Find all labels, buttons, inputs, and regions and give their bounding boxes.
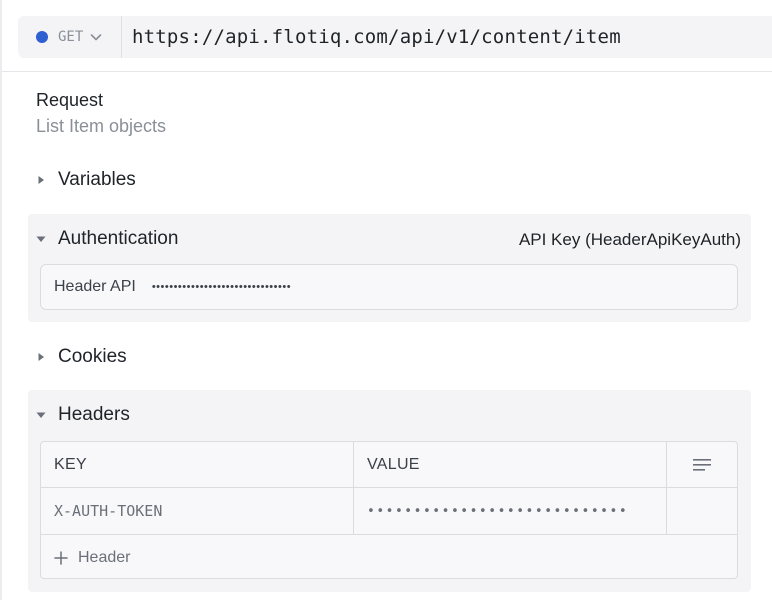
value-column-header: VALUE: [354, 442, 667, 487]
header-value-cell[interactable]: ••••••••••••••••••••••••••••: [354, 488, 667, 534]
method-label: GET: [58, 29, 84, 45]
variables-label: Variables: [58, 169, 136, 190]
url-divider: [2, 71, 772, 72]
value-column-label: VALUE: [367, 455, 420, 473]
table-header-row: KEY VALUE: [41, 442, 737, 488]
auth-scheme-label[interactable]: API Key (HeaderApiKeyAuth): [519, 230, 741, 250]
caret-down-icon: [36, 412, 46, 418]
caret-down-icon: [36, 236, 46, 242]
key-column-label: KEY: [54, 455, 87, 473]
caret-right-icon: [38, 353, 44, 361]
caret-right-icon: [38, 176, 44, 184]
row-actions-cell: [667, 488, 737, 534]
request-url-bar: GET https://api.flotiq.com/api/v1/conten…: [18, 16, 772, 58]
method-selector[interactable]: GET: [18, 16, 122, 58]
request-description: List Item objects: [36, 116, 167, 136]
panel-left-border: [0, 0, 2, 600]
header-key: X-AUTH-TOKEN: [54, 502, 163, 520]
headers-section: Headers KEY VALUE X-AUTH-TOKEN •••••••••…: [28, 390, 751, 592]
key-column-header: KEY: [41, 442, 354, 487]
variables-toggle[interactable]: Variables: [36, 169, 136, 191]
add-header-button[interactable]: Header: [41, 535, 737, 578]
method-indicator-dot: [36, 31, 48, 43]
authentication-label: Authentication: [58, 228, 179, 249]
bulk-edit-button[interactable]: [667, 442, 737, 487]
header-value: ••••••••••••••••••••••••••••: [367, 503, 629, 519]
header-key-cell[interactable]: X-AUTH-TOKEN: [41, 488, 354, 534]
plus-icon: [54, 550, 68, 565]
headers-table: KEY VALUE X-AUTH-TOKEN •••••••••••••••••…: [40, 441, 738, 579]
auth-field-value[interactable]: ••••••••••••••••••••••••••••••••: [152, 281, 291, 293]
cookies-toggle[interactable]: Cookies: [36, 346, 127, 368]
authentication-section: Authentication API Key (HeaderApiKeyAuth…: [28, 214, 751, 322]
authentication-toggle[interactable]: Authentication: [36, 228, 178, 250]
url-field[interactable]: https://api.flotiq.com/api/v1/content/it…: [122, 26, 621, 48]
table-row: X-AUTH-TOKEN •••••••••••••••••••••••••••…: [41, 488, 737, 535]
header-api-key-field[interactable]: Header API •••••••••••••••••••••••••••••…: [40, 264, 738, 310]
headers-toggle[interactable]: Headers: [36, 404, 130, 426]
headers-label: Headers: [58, 404, 130, 425]
chevron-down-icon: [90, 34, 102, 41]
list-icon: [693, 458, 711, 471]
add-header-label: Header: [78, 548, 131, 566]
auth-field-label: Header API: [54, 278, 136, 295]
request-heading: Request: [36, 90, 104, 110]
cookies-label: Cookies: [58, 346, 127, 367]
